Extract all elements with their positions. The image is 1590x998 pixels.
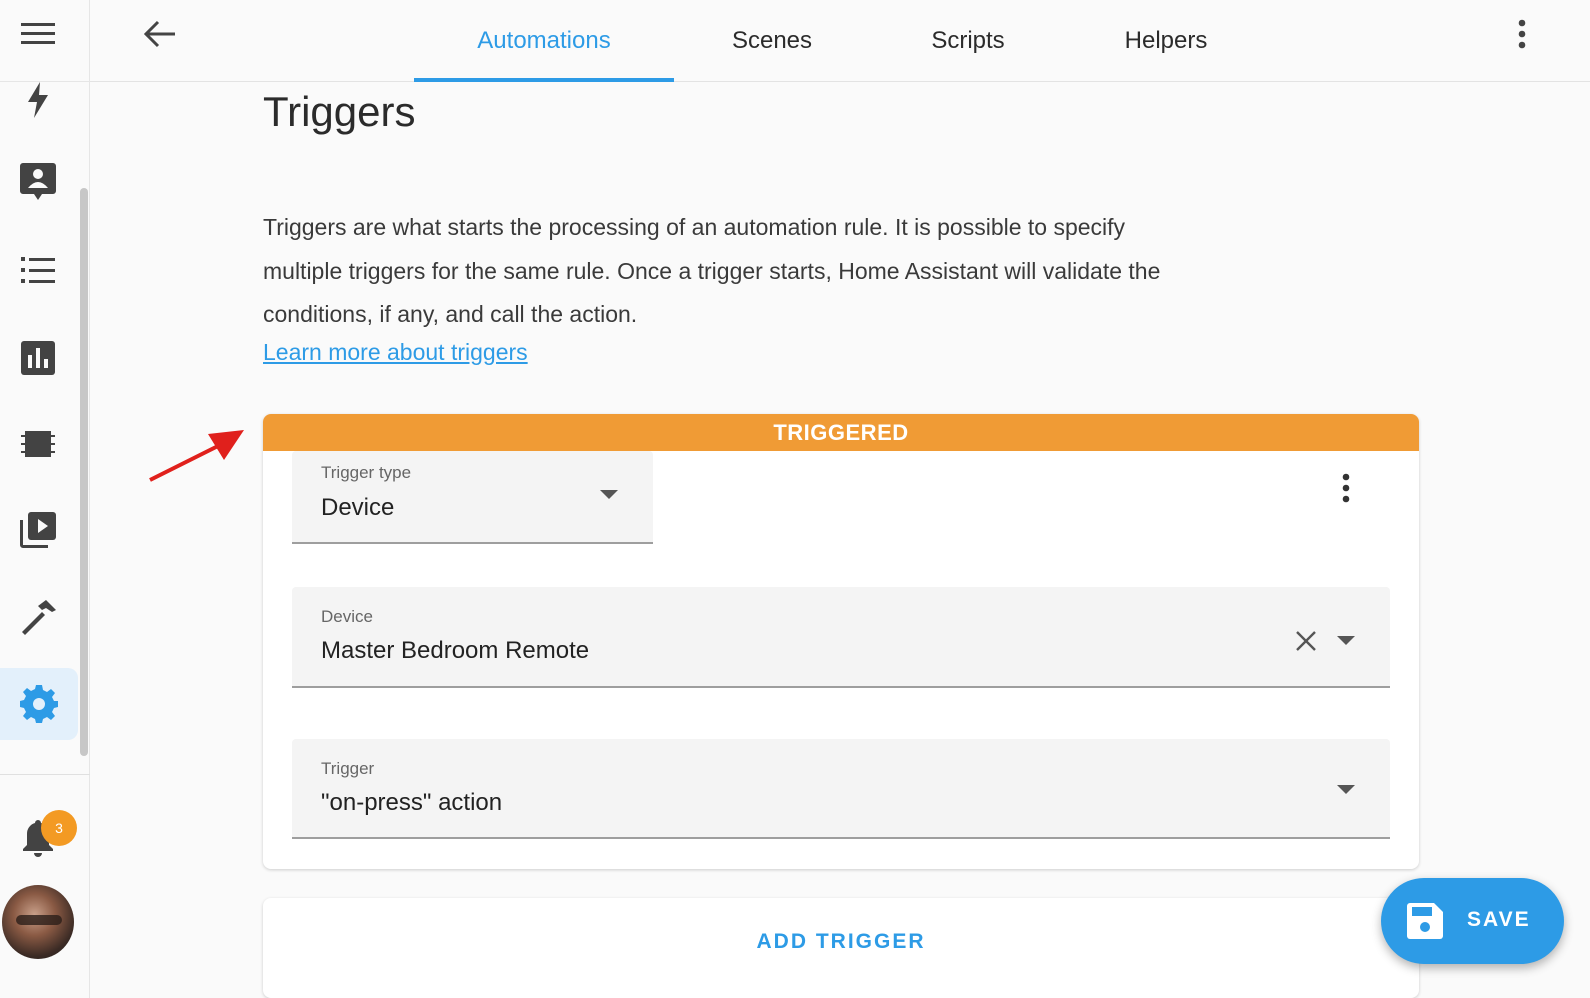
clear-icon[interactable] xyxy=(1292,627,1320,655)
account-box-icon[interactable] xyxy=(0,150,76,214)
trigger-type-value: Device xyxy=(321,494,395,521)
dropdown-caret-icon[interactable] xyxy=(1337,636,1355,645)
lightning-icon[interactable] xyxy=(0,68,76,132)
back-arrow-icon[interactable] xyxy=(140,14,180,54)
trigger-type-select[interactable]: Trigger type Device xyxy=(292,451,653,544)
hammer-icon[interactable] xyxy=(0,586,76,650)
device-value: Master Bedroom Remote xyxy=(321,637,590,664)
trigger-value: "on-press" action xyxy=(321,789,503,816)
sidebar-scrollbar[interactable] xyxy=(80,188,88,756)
add-trigger-card: ADD TRIGGER xyxy=(263,898,1419,998)
chart-box-icon[interactable] xyxy=(0,326,76,390)
trigger-card: TRIGGERED Trigger type Device Device Mas… xyxy=(263,414,1419,869)
more-vert-icon[interactable] xyxy=(1502,14,1542,54)
save-button[interactable]: SAVE xyxy=(1381,878,1564,964)
cog-icon[interactable] xyxy=(0,668,78,740)
memory-icon[interactable] xyxy=(0,412,76,476)
triggered-banner: TRIGGERED xyxy=(263,414,1419,451)
play-box-icon[interactable] xyxy=(0,498,76,562)
annotation-arrow-icon xyxy=(149,430,244,482)
active-tab-indicator xyxy=(414,78,674,82)
floppy-disk-icon xyxy=(1407,903,1443,939)
format-list-icon[interactable] xyxy=(0,238,76,302)
triggers-description: Triggers are what starts the processing … xyxy=(263,214,1161,327)
dropdown-caret-icon[interactable] xyxy=(1337,785,1355,794)
trigger-select[interactable]: Trigger "on-press" action xyxy=(292,739,1390,839)
tab-scenes[interactable]: Scenes xyxy=(702,0,842,82)
sidebar: 3 xyxy=(0,0,90,998)
learn-more-link[interactable]: Learn more about triggers xyxy=(263,339,528,366)
avatar[interactable] xyxy=(2,885,74,959)
sidebar-divider xyxy=(0,774,90,775)
trigger-type-label: Trigger type xyxy=(321,463,412,482)
tab-scripts[interactable]: Scripts xyxy=(898,0,1038,82)
tab-helpers[interactable]: Helpers xyxy=(1096,0,1236,82)
device-label: Device xyxy=(321,607,373,626)
dropdown-caret-icon[interactable] xyxy=(600,490,618,499)
trigger-more-vert-icon[interactable] xyxy=(1331,466,1361,510)
add-trigger-button[interactable]: ADD TRIGGER xyxy=(753,922,929,962)
device-select[interactable]: Device Master Bedroom Remote xyxy=(292,587,1390,688)
menu-icon[interactable] xyxy=(0,2,76,66)
top-bar: Automations Scenes Scripts Helpers xyxy=(90,0,1590,82)
tab-automations[interactable]: Automations xyxy=(414,0,674,82)
trigger-label: Trigger xyxy=(321,759,375,778)
notification-badge: 3 xyxy=(41,810,77,846)
save-label: SAVE xyxy=(1467,908,1531,931)
page-title: Triggers xyxy=(263,88,416,135)
